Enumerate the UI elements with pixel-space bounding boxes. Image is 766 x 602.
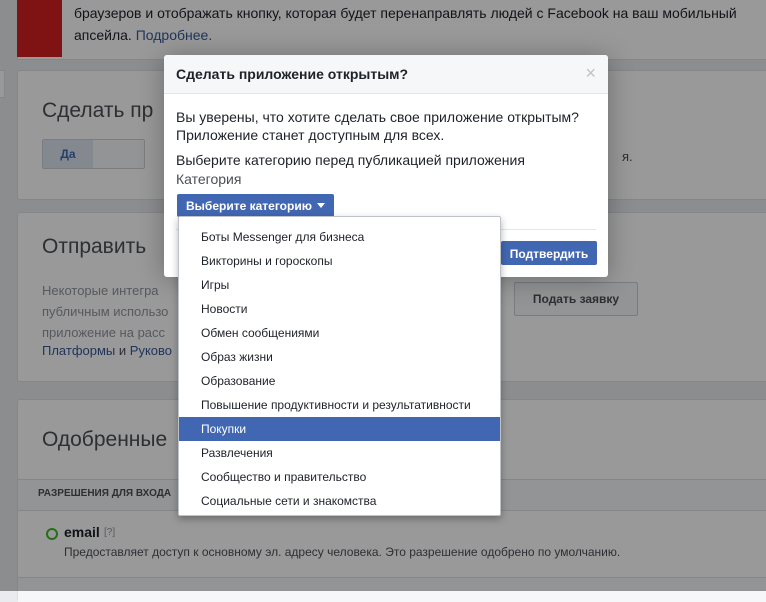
caret-down-icon: [316, 203, 325, 209]
category-option[interactable]: Покупки: [179, 417, 500, 441]
category-option[interactable]: Сообщество и правительство: [179, 465, 500, 489]
category-option[interactable]: Боты Messenger для бизнеса: [179, 225, 500, 249]
category-dropdown-menu: Боты Messenger для бизнеса Викторины и го…: [178, 216, 501, 516]
dialog-message: Вы уверены, что хотите сделать свое прил…: [176, 109, 579, 143]
category-option[interactable]: Образ жизни: [179, 345, 500, 369]
close-icon[interactable]: ×: [585, 64, 596, 82]
dialog-title: Сделать приложение открытым?: [176, 66, 409, 82]
category-prompt: Выберите категорию перед публикацией при…: [176, 152, 525, 168]
category-select-button[interactable]: Выберите категорию: [177, 194, 334, 217]
confirm-button[interactable]: Подтвердить: [501, 241, 597, 265]
category-label: Категория: [176, 171, 242, 187]
category-option[interactable]: Обмен сообщениями: [179, 321, 500, 345]
category-option[interactable]: Игры: [179, 273, 500, 297]
category-option[interactable]: Социальные сети и знакомства: [179, 489, 500, 513]
category-option[interactable]: Новости: [179, 297, 500, 321]
category-list: Боты Messenger для бизнеса Викторины и го…: [179, 217, 500, 513]
category-option[interactable]: Викторины и гороскопы: [179, 249, 500, 273]
category-select-label: Выберите категорию: [186, 199, 312, 213]
dialog-header: Сделать приложение открытым? ×: [164, 55, 608, 94]
category-option[interactable]: Образование: [179, 369, 500, 393]
category-option[interactable]: Развлечения: [179, 441, 500, 465]
category-option[interactable]: Повышение продуктивности и результативно…: [179, 393, 500, 417]
